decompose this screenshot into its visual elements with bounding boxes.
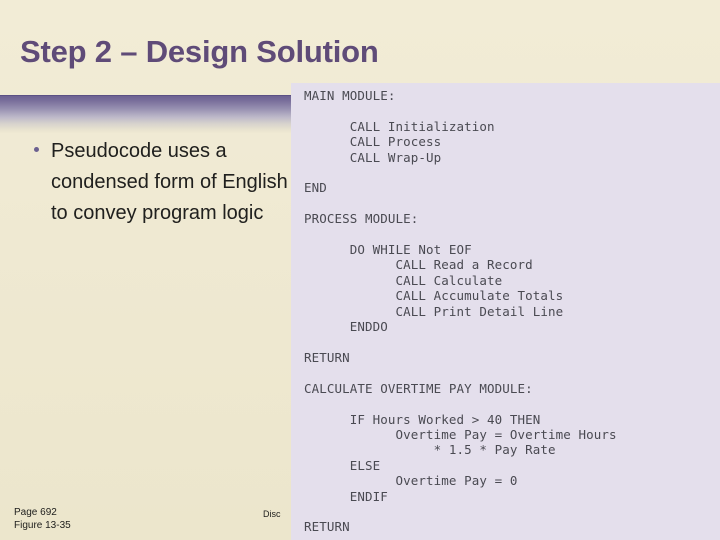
bullet-item-label: Pseudocode uses a condensed form of Engl… [51, 140, 288, 224]
list-item: Pseudocode uses a condensed form of Engl… [34, 136, 292, 229]
slide-canvas: Step 2 – Design Solution Pseudocode uses… [0, 0, 720, 540]
pseudocode-figure-panel: MAIN MODULE: CALL Initialization CALL Pr… [291, 83, 720, 540]
bullet-list: Pseudocode uses a condensed form of Engl… [34, 136, 292, 229]
page-title: Step 2 – Design Solution [20, 34, 379, 69]
footer-center-note: Disc [263, 509, 281, 519]
pseudocode-text: MAIN MODULE: CALL Initialization CALL Pr… [304, 88, 617, 535]
footer-figure-number: Figure 13-35 [14, 520, 71, 531]
footer-reference: Page 692 Figure 13-35 [14, 506, 71, 532]
footer-page-number: Page 692 [14, 507, 57, 518]
bullet-dot-icon [34, 136, 51, 152]
